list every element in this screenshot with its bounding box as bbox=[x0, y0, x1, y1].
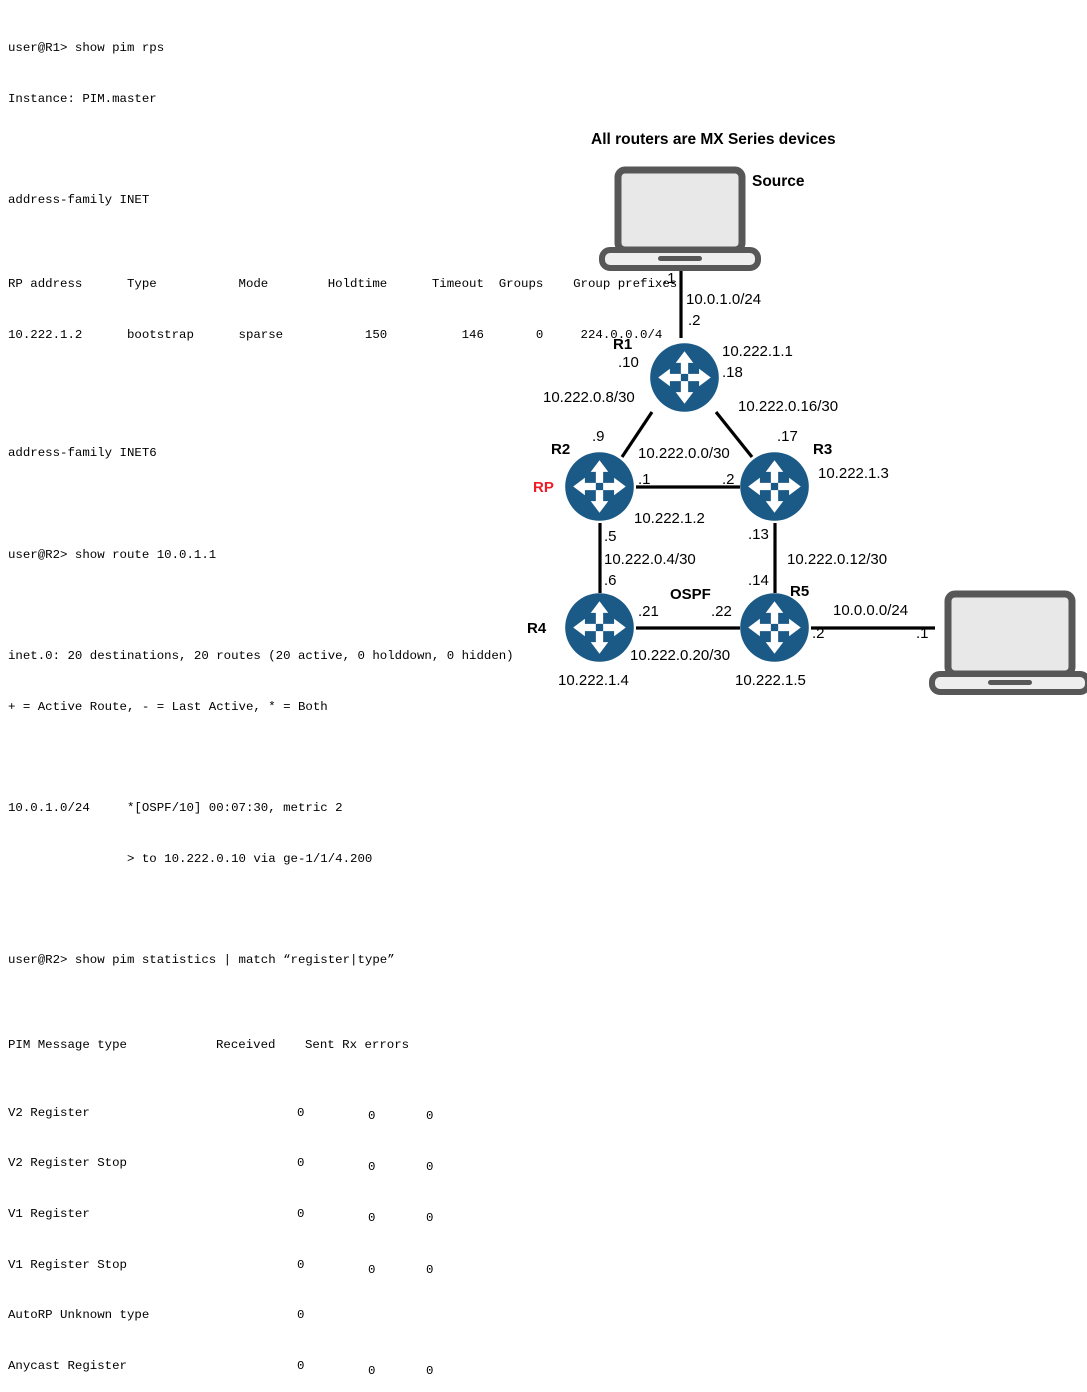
pim-row-label: Anycast Register bbox=[8, 1359, 127, 1374]
loopback-r4: 10.222.1.4 bbox=[558, 672, 629, 689]
pim-row-sent: 0 bbox=[368, 1364, 376, 1379]
pim-header-received: Received bbox=[216, 1038, 276, 1052]
network-r2-r3: 10.222.0.0/30 bbox=[638, 445, 730, 462]
terminal-line: > to 10.222.0.10 via ge-1/1/4.200 bbox=[8, 852, 373, 867]
iface-host: .1 bbox=[916, 625, 929, 642]
pim-stats-row: Anycast Register 0 0 0 bbox=[8, 1358, 628, 1378]
iface-r4-up: .6 bbox=[604, 572, 617, 589]
pim-row-sent: 0 bbox=[368, 1160, 376, 1175]
pim-row-label: V1 Register bbox=[8, 1207, 90, 1222]
pim-row-label: AutoRP Unknown type bbox=[8, 1308, 150, 1323]
loopback-r3: 10.222.1.3 bbox=[818, 465, 889, 482]
router-label-r5: R5 bbox=[790, 583, 810, 600]
ospf-label: OSPF bbox=[670, 586, 711, 603]
router-r5-icon bbox=[740, 593, 809, 662]
pim-header-label: PIM Message type bbox=[8, 1038, 127, 1052]
laptop-host-icon bbox=[932, 594, 1087, 692]
iface-r1-right: .18 bbox=[722, 364, 743, 381]
loopback-r1: 10.222.1.1 bbox=[722, 343, 793, 360]
network-r3-r5: 10.222.0.12/30 bbox=[787, 551, 888, 568]
router-r4-icon bbox=[565, 593, 634, 662]
pim-stats-row: V2 Register Stop 0 0 0 bbox=[8, 1155, 628, 1174]
iface-r2-down: .5 bbox=[604, 528, 617, 545]
pim-row-rx-errors: 0 bbox=[426, 1160, 434, 1175]
pim-stats-row: V1 Register 0 0 0 bbox=[8, 1206, 628, 1225]
pim-row-label: V2 Register Stop bbox=[8, 1156, 127, 1171]
loopback-r2: 10.222.1.2 bbox=[634, 510, 705, 527]
iface-r5-right: .2 bbox=[812, 625, 825, 642]
iface-r1-left: .10 bbox=[618, 354, 639, 371]
network-topology-diagram: All routers are MX Series devices Source… bbox=[0, 0, 1087, 696]
network-source-r1: 10.0.1.0/24 bbox=[686, 291, 762, 308]
pim-row-rx-errors: 0 bbox=[426, 1364, 434, 1379]
source-label: Source bbox=[752, 173, 805, 190]
pim-row-received: 0 bbox=[297, 1257, 305, 1272]
router-r3-icon bbox=[740, 452, 809, 521]
router-label-r4: R4 bbox=[527, 620, 547, 637]
iface-r3-left: .2 bbox=[722, 471, 735, 488]
pim-row-sent: 0 bbox=[368, 1262, 376, 1277]
pim-row-label: V2 Register bbox=[8, 1105, 90, 1120]
pim-row-received: 0 bbox=[297, 1308, 305, 1323]
router-label-r2: R2 bbox=[551, 441, 571, 458]
iface-r3-down: .13 bbox=[748, 526, 769, 543]
iface-r2-right: .1 bbox=[638, 471, 651, 488]
iface-r3-up: .17 bbox=[777, 428, 798, 445]
topology-canvas bbox=[0, 0, 1087, 696]
loopback-r5: 10.222.1.5 bbox=[735, 672, 806, 689]
router-r2-icon bbox=[565, 452, 634, 521]
pim-row-rx-errors: 0 bbox=[426, 1211, 434, 1226]
iface-r2-up: .9 bbox=[592, 428, 605, 445]
pim-row-received: 0 bbox=[297, 1105, 305, 1120]
pim-row-rx-errors: 0 bbox=[426, 1108, 434, 1123]
network-r4-r5: 10.222.0.20/30 bbox=[630, 647, 731, 664]
network-r1-r3: 10.222.0.16/30 bbox=[738, 398, 839, 415]
laptop-source-icon bbox=[602, 170, 758, 268]
pim-stats-header: PIM Message type Received Sent Rx errors bbox=[8, 1037, 628, 1054]
network-r5-host: 10.0.0.0/24 bbox=[833, 602, 909, 619]
pim-row-received: 0 bbox=[297, 1359, 305, 1374]
router-label-r1: R1 bbox=[613, 336, 633, 353]
router-r1-icon bbox=[650, 343, 719, 412]
iface-r5-up: .14 bbox=[748, 572, 769, 589]
iface-r1-up: .2 bbox=[688, 312, 701, 329]
pim-stats-row: V2 Register 0 0 0 bbox=[8, 1105, 628, 1123]
iface-r4-right: .21 bbox=[638, 603, 659, 620]
network-r1-r2: 10.222.0.8/30 bbox=[543, 389, 635, 406]
pim-row-received: 0 bbox=[297, 1156, 305, 1171]
pim-row-sent: 0 bbox=[368, 1211, 376, 1226]
diagram-title: All routers are MX Series devices bbox=[591, 131, 836, 148]
pim-row-sent: 0 bbox=[368, 1108, 376, 1123]
terminal-command: user@R2> show pim statistics | match “re… bbox=[8, 953, 395, 968]
iface-source: .1 bbox=[663, 270, 676, 287]
pim-header-sent: Sent Rx errors bbox=[305, 1038, 410, 1052]
pim-row-received: 0 bbox=[297, 1207, 305, 1222]
pim-row-rx-errors: 0 bbox=[426, 1262, 434, 1277]
iface-r5-left: .22 bbox=[711, 603, 732, 620]
pim-stats-row: AutoRP Unknown type 0 bbox=[8, 1307, 628, 1324]
pim-row-label: V1 Register Stop bbox=[8, 1257, 127, 1272]
terminal-line: 10.0.1.0/24 *[OSPF/10] 00:07:30, metric … bbox=[8, 801, 343, 816]
rp-badge: RP bbox=[533, 479, 554, 496]
terminal-line: + = Active Route, - = Last Active, * = B… bbox=[8, 699, 328, 714]
router-label-r3: R3 bbox=[813, 441, 833, 458]
pim-stats-row: V1 Register Stop 0 0 0 bbox=[8, 1257, 628, 1277]
network-r2-r4: 10.222.0.4/30 bbox=[604, 551, 696, 568]
